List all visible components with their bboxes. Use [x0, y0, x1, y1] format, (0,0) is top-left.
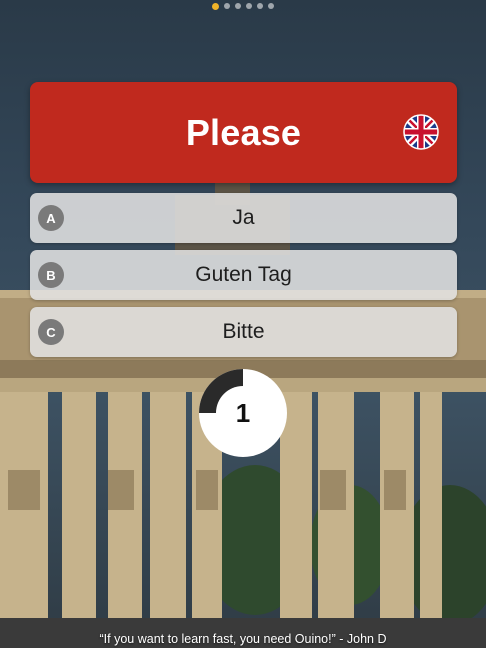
answer-text: Bitte: [222, 320, 265, 343]
prompt-card: Please: [30, 82, 457, 183]
answer-option-a[interactable]: A Ja: [30, 193, 457, 243]
testimonial-quote: “If you want to learn fast, you need Oui…: [99, 632, 387, 646]
answer-option-c[interactable]: C Bitte: [30, 307, 457, 357]
page-dot: [257, 3, 263, 9]
answer-option-b[interactable]: B Guten Tag: [30, 250, 457, 300]
timer-seconds: 1: [235, 397, 251, 428]
page-indicator: [0, 2, 486, 10]
page-dot: [246, 3, 252, 9]
page-dot: [224, 3, 230, 9]
answer-text: Guten Tag: [195, 263, 292, 286]
prompt-word: Please: [185, 111, 302, 153]
answer-letter-badge: B: [38, 262, 64, 288]
page-dot: [268, 3, 274, 9]
answer-letter-badge: A: [38, 205, 64, 231]
answer-text: Ja: [232, 206, 255, 229]
page-dot: [212, 2, 219, 10]
uk-flag-icon[interactable]: [403, 114, 439, 150]
page-dot: [235, 3, 241, 9]
countdown-timer: 1: [198, 368, 288, 458]
answer-letter-badge: C: [38, 319, 64, 345]
